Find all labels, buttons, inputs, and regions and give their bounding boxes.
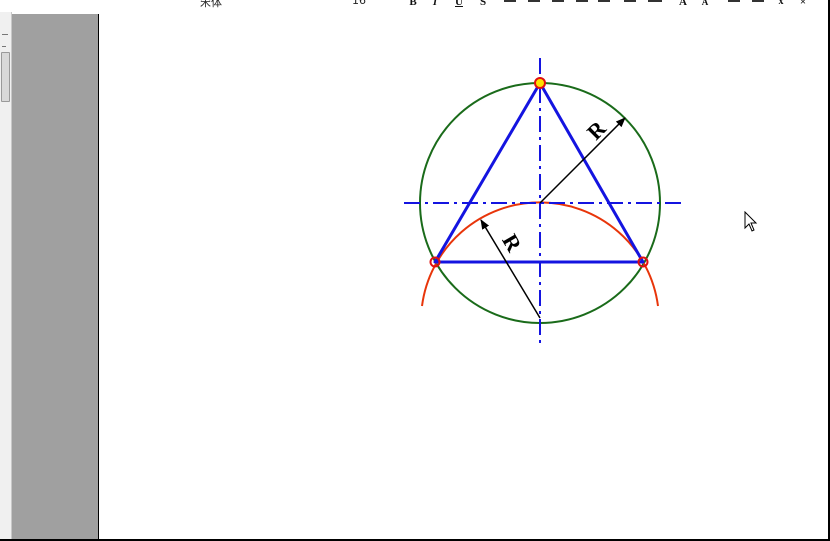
mouse-pointer-icon: [744, 211, 758, 232]
radius-label-bottom: R: [497, 230, 527, 257]
vertex-top-marker: [534, 77, 546, 89]
radius-line-top: [539, 117, 626, 204]
radius-label-top: R: [582, 115, 612, 145]
geometry-drawing: R R: [404, 58, 686, 346]
